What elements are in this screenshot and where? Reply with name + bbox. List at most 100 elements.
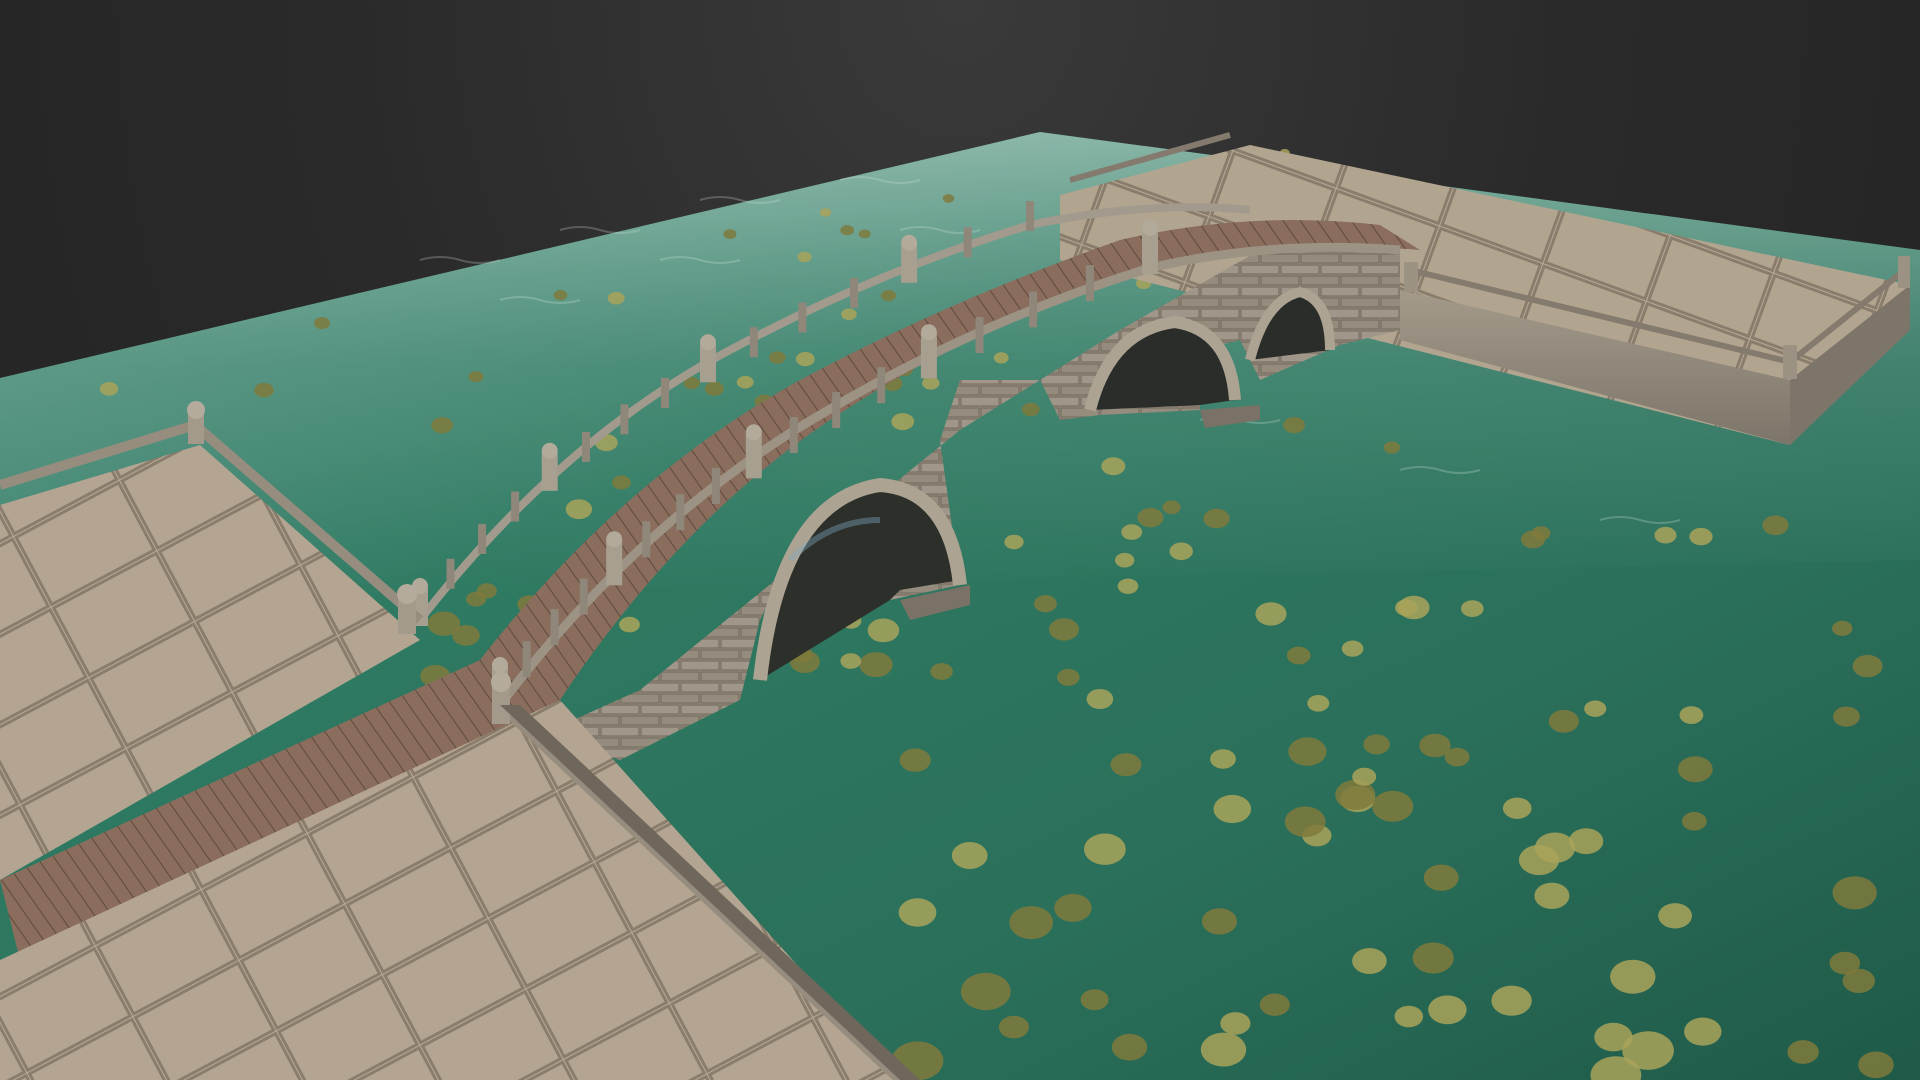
lily-pad — [1787, 1040, 1819, 1064]
lily-pad — [1363, 734, 1390, 755]
lily-pad — [1259, 993, 1290, 1016]
lily-pad — [1832, 620, 1853, 637]
railing-baluster — [550, 609, 559, 646]
lily-pad — [859, 652, 893, 678]
lily-pad — [1101, 457, 1126, 476]
railing-post — [1142, 230, 1158, 274]
lily-pad — [1677, 756, 1713, 783]
lily-pad — [1502, 797, 1532, 819]
railing-post-cap — [606, 531, 623, 548]
lily-pad — [254, 382, 274, 398]
lily-pad — [1352, 767, 1377, 786]
lily-pad — [1423, 864, 1459, 891]
railing-baluster — [1029, 291, 1038, 328]
lily-pad — [1004, 534, 1024, 550]
lily-pad — [1428, 995, 1467, 1025]
railing-post-cap — [920, 324, 937, 341]
lily-pad — [819, 208, 832, 217]
railing-baluster — [579, 578, 588, 615]
lily-pad — [769, 351, 786, 364]
lily-pad — [1080, 989, 1109, 1011]
lily-pad — [1412, 942, 1454, 974]
lily-pad — [1341, 640, 1364, 657]
railing-baluster — [1026, 201, 1034, 231]
lily-pad — [942, 194, 955, 203]
lily-pad — [466, 591, 487, 607]
lily-pad — [1833, 706, 1860, 727]
railing-baluster — [963, 227, 972, 258]
lily-pad — [1689, 527, 1713, 546]
lily-pad — [1394, 1005, 1424, 1028]
railing-baluster — [522, 641, 531, 678]
lily-pad — [1352, 948, 1387, 974]
lily-pad — [1210, 749, 1236, 769]
lily-pad — [1283, 417, 1305, 434]
lily-pad — [723, 229, 737, 240]
lily-pad — [1520, 530, 1546, 549]
lily-pad — [1658, 903, 1692, 929]
railing-baluster — [749, 327, 758, 358]
lily-pad — [565, 499, 593, 520]
lily-pad — [858, 229, 871, 239]
lily-pad — [431, 417, 454, 434]
lily-pad — [1054, 893, 1092, 922]
lily-pad — [704, 381, 724, 396]
lily-pad — [1654, 526, 1677, 544]
lily-pad — [99, 382, 119, 396]
lily-pad — [930, 663, 953, 680]
lily-pad — [1852, 654, 1883, 678]
lily-pad — [797, 251, 812, 263]
lily-pad — [553, 290, 568, 301]
lily-pad — [1009, 906, 1054, 940]
lily-pad — [1681, 812, 1707, 831]
lily-pad — [314, 317, 330, 330]
lily-pad — [1162, 500, 1181, 515]
railing-baluster — [642, 521, 651, 558]
lily-pad — [1115, 552, 1135, 568]
lily-pad — [1084, 833, 1126, 865]
lily-pad — [1086, 689, 1114, 709]
lily-pad — [468, 371, 484, 383]
lily-pad — [619, 616, 640, 633]
lily-pad — [841, 308, 857, 321]
lily-pad — [1213, 794, 1252, 824]
lily-pad — [1137, 508, 1164, 528]
railing-baluster — [789, 417, 798, 453]
lily-pad — [1684, 1017, 1722, 1046]
lily-pad — [1419, 733, 1451, 758]
lily-pad — [1110, 753, 1142, 777]
railing-baluster — [832, 392, 841, 429]
lily-pad — [1034, 595, 1057, 613]
lily-pad — [1584, 700, 1607, 717]
lily-pad — [1398, 595, 1430, 620]
lily-pad — [1307, 695, 1330, 712]
lily-pad — [612, 475, 631, 490]
railing-post — [920, 334, 937, 379]
railing-post-cap — [492, 657, 508, 673]
lily-pad — [993, 352, 1009, 364]
lily-pad — [1111, 1033, 1148, 1061]
lily-pad — [736, 375, 754, 389]
railing-baluster — [877, 367, 886, 404]
lily-pad — [840, 225, 854, 236]
lily-pad — [1049, 618, 1079, 641]
lily-pad — [1534, 882, 1570, 909]
lily-pad — [1610, 959, 1656, 994]
railing-post — [606, 541, 623, 586]
railing-post-cap — [745, 424, 762, 441]
lily-pad — [1286, 646, 1311, 665]
railing-post-cap — [901, 234, 918, 251]
railing-baluster — [975, 317, 984, 354]
lily-pad — [998, 1015, 1029, 1039]
lily-pad — [1858, 1051, 1894, 1079]
lily-pad — [898, 898, 937, 927]
railing-post-cap — [700, 334, 716, 351]
lily-pad — [1594, 1022, 1633, 1052]
railing-post-cap — [1142, 220, 1158, 236]
lily-pad — [1057, 668, 1080, 686]
railing-post-cap — [541, 442, 558, 459]
railing-baluster — [661, 377, 669, 408]
railing-baluster — [620, 404, 629, 435]
lily-pad — [795, 352, 815, 367]
railing-baluster — [446, 558, 455, 589]
